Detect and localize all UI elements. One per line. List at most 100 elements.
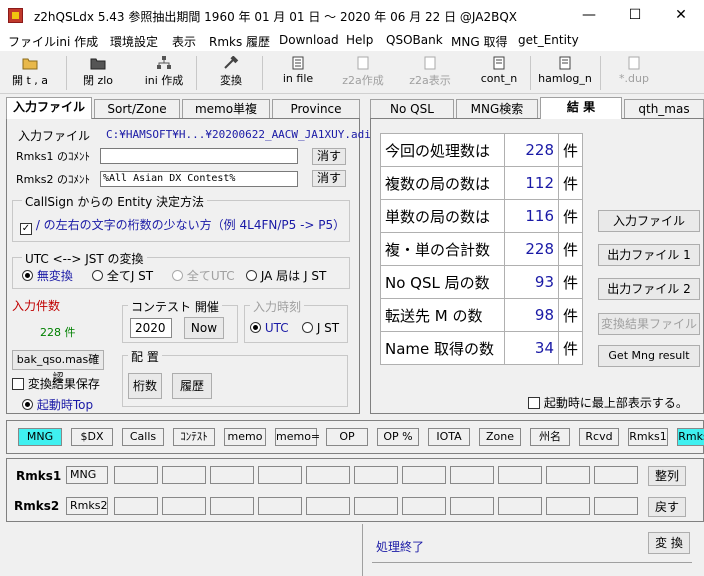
- rmks-slot[interactable]: [402, 466, 446, 484]
- convert-button[interactable]: 変 換: [648, 532, 690, 554]
- app-icon[interactable]: [8, 8, 23, 23]
- tab-sort-zone[interactable]: Sort/Zone: [94, 99, 180, 119]
- in-file-button[interactable]: in file: [276, 54, 320, 92]
- ini-create-button[interactable]: ini 作成: [138, 54, 190, 92]
- utc-option-none[interactable]: 無変換: [22, 267, 73, 284]
- rmks-slot[interactable]: [306, 466, 350, 484]
- startup-show-top-option[interactable]: 起動時に最上部表示する。: [528, 394, 688, 411]
- tab-input-file[interactable]: 入力ファイル: [6, 97, 92, 119]
- column-button-9[interactable]: Zone: [479, 428, 521, 446]
- save-conversion-option[interactable]: 変換結果保存: [12, 375, 100, 392]
- rmks-slot[interactable]: [450, 497, 494, 515]
- tab-no-qsl[interactable]: No QSL: [370, 99, 454, 119]
- menu-download[interactable]: Download: [279, 33, 339, 47]
- rmks-slot[interactable]: [210, 497, 254, 515]
- rmks-slot[interactable]: [306, 497, 350, 515]
- menu-help[interactable]: Help: [346, 33, 373, 47]
- menu-file[interactable]: ファイル: [8, 33, 56, 50]
- rmks-slot[interactable]: [354, 497, 398, 515]
- tab-mng-search[interactable]: MNG検索: [456, 99, 538, 119]
- column-button-7[interactable]: OP %: [377, 428, 419, 446]
- column-button-8[interactable]: IOTA: [428, 428, 470, 446]
- tab-memo[interactable]: memo単複: [182, 99, 270, 119]
- rmks-slot[interactable]: [114, 466, 158, 484]
- column-button-10[interactable]: 州名: [530, 428, 570, 446]
- rmks-slot[interactable]: [354, 466, 398, 484]
- rmks-slot[interactable]: [594, 497, 638, 515]
- rmks-slot[interactable]: [498, 497, 542, 515]
- sort-button[interactable]: 整列: [648, 466, 686, 486]
- column-button-5[interactable]: memo=: [275, 428, 320, 446]
- tab-qth-mas[interactable]: qth_mas: [624, 99, 704, 119]
- toolbar-separator: [530, 56, 531, 90]
- rmks-slot[interactable]: [114, 497, 158, 515]
- history-button[interactable]: 履歴: [172, 373, 212, 399]
- startup-top-option[interactable]: 起動時Top: [22, 396, 93, 413]
- rmks-slot[interactable]: [498, 466, 542, 484]
- get-mng-result-button[interactable]: Get Mng result: [598, 345, 700, 367]
- menu-settings[interactable]: 環境設定: [110, 33, 158, 50]
- input-time-utc[interactable]: UTC: [250, 321, 289, 335]
- rmks-slot[interactable]: [594, 466, 638, 484]
- close-zlo-button[interactable]: 閉 zlo: [78, 54, 118, 92]
- rmks-slot[interactable]: [402, 497, 446, 515]
- menu-ini[interactable]: ini 作成: [56, 33, 98, 50]
- callsign-checkbox[interactable]: ✓: [20, 223, 32, 235]
- z2a-view-button[interactable]: z2a表示: [404, 54, 456, 92]
- rmks1-clear-button[interactable]: 消す: [312, 148, 346, 165]
- output-file-2-button[interactable]: 出力ファイル 2: [598, 278, 700, 300]
- column-button-11[interactable]: Rcvd: [579, 428, 619, 446]
- convert-toolbar-button[interactable]: 変換: [208, 54, 254, 92]
- input-file-button[interactable]: 入力ファイル: [598, 210, 700, 232]
- rmks-slot[interactable]: MNG: [66, 466, 108, 484]
- column-button-12[interactable]: Rmks1: [628, 428, 668, 446]
- tab-province[interactable]: Province: [272, 99, 360, 119]
- maximize-button[interactable]: ☐: [612, 0, 658, 31]
- layout-legend: 配 置: [128, 348, 162, 365]
- menu-rmks-history[interactable]: Rmks 履歴: [209, 33, 270, 50]
- rmks-slot[interactable]: [546, 497, 590, 515]
- rmks-slot[interactable]: [162, 466, 206, 484]
- open-button[interactable]: 開 t , a: [8, 54, 52, 92]
- rmks-slot[interactable]: [258, 497, 302, 515]
- back-button[interactable]: 戻す: [648, 497, 686, 517]
- bak-qso-button[interactable]: bak_qso.mas確認: [12, 350, 104, 384]
- rmks-slot[interactable]: Rmks2: [66, 497, 108, 515]
- input-time-jst[interactable]: J ST: [302, 321, 339, 335]
- rmks2-clear-button[interactable]: 消す: [312, 170, 346, 187]
- utc-option-ja-jst[interactable]: JA 局は J ST: [246, 267, 326, 284]
- cont-n-button[interactable]: cont_n: [476, 54, 522, 92]
- rmks-slot[interactable]: [162, 497, 206, 515]
- column-button-6[interactable]: OP: [326, 428, 368, 446]
- menu-mng[interactable]: MNG 取得: [451, 33, 507, 50]
- column-button-13[interactable]: Rmks2: [677, 428, 704, 446]
- utc-option-all-utc[interactable]: 全てUTC: [172, 267, 235, 284]
- utc-option-all-jst[interactable]: 全てJ ST: [92, 267, 153, 284]
- dup-button[interactable]: *.dup: [612, 54, 656, 92]
- menu-get-entity[interactable]: get_Entity: [518, 33, 579, 47]
- hamlog-n-button[interactable]: hamlog_n: [536, 54, 594, 92]
- rmks-slot[interactable]: [210, 466, 254, 484]
- rmks-slot[interactable]: [258, 466, 302, 484]
- digits-button[interactable]: 桁数: [128, 373, 162, 399]
- menu-qsobank[interactable]: QSOBank: [386, 33, 443, 47]
- contest-now-button[interactable]: Now: [184, 317, 224, 339]
- minimize-button[interactable]: —: [566, 0, 612, 31]
- column-button-1[interactable]: $DX: [71, 428, 113, 446]
- output-file-1-button[interactable]: 出力ファイル 1: [598, 244, 700, 266]
- rmks-slot[interactable]: [546, 466, 590, 484]
- contest-year-field[interactable]: 2020: [130, 318, 172, 338]
- z2a-create-button[interactable]: z2a作成: [338, 54, 388, 92]
- column-button-3[interactable]: ｺﾝﾃｽﾄ: [173, 428, 215, 446]
- column-button-4[interactable]: memo: [224, 428, 266, 446]
- menu-view[interactable]: 表示: [172, 33, 196, 50]
- tab-results[interactable]: 結 果: [540, 97, 622, 119]
- close-button[interactable]: ✕: [658, 0, 704, 31]
- column-button-0[interactable]: MNG: [18, 428, 62, 446]
- column-button-2[interactable]: Calls: [122, 428, 164, 446]
- rmks-slot[interactable]: [450, 466, 494, 484]
- rmks1-field[interactable]: [100, 148, 298, 164]
- rmks2-field[interactable]: %All Asian DX Contest%: [100, 171, 298, 187]
- conversion-result-file-button[interactable]: 変換結果ファイル: [598, 313, 700, 335]
- callsign-option[interactable]: ✓ / の左右の文字の桁数の少ない方（例 4L4FN/P5 -> P5）: [20, 216, 345, 235]
